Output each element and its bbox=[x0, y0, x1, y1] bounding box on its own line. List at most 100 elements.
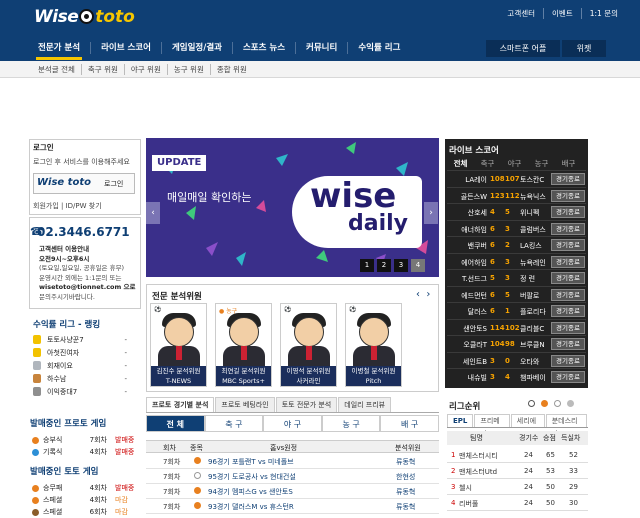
toto-game-row[interactable]: 승무패 4회차 발매중 bbox=[32, 482, 142, 494]
live-score-row[interactable]: LA레이 108 107 토스칸C 경기종료 bbox=[447, 170, 586, 187]
live-score-row[interactable]: 샌안토S 114 102 클리블C 경기종료 bbox=[447, 318, 586, 336]
proto-game-row[interactable]: 승부식 7회차 발매중 bbox=[32, 434, 142, 446]
live-tab-all[interactable]: 전체 bbox=[447, 158, 474, 169]
league-tab-seriea[interactable]: 세리에A bbox=[510, 414, 545, 438]
ranking-row[interactable]: 하수남 - bbox=[33, 372, 141, 385]
ranking-row[interactable]: 토토사냥꾼7 - bbox=[33, 333, 141, 346]
live-status-button[interactable]: 경기종료 bbox=[551, 288, 585, 301]
login-links[interactable]: 회원가입 | ID/PW 찾기 bbox=[33, 201, 102, 211]
live-status-button[interactable]: 경기종료 bbox=[551, 321, 585, 334]
nav-community[interactable]: 커뮤니티 bbox=[295, 42, 347, 54]
live-status-button[interactable]: 경기종료 bbox=[551, 354, 585, 367]
volleyball-icon[interactable] bbox=[567, 400, 574, 407]
schedule-row[interactable]: 7회차 94경기 멤피스G vs 샌안토S 류동혁 bbox=[146, 484, 439, 499]
game-status: 발매중 bbox=[115, 448, 135, 456]
sport-tab-basketball[interactable]: 농 구 bbox=[321, 415, 381, 432]
live-score-row[interactable]: 에어하임 6 3 뉴욕레인 경기종료 bbox=[447, 252, 586, 270]
subnav-basketball[interactable]: 농구 위원 bbox=[166, 64, 210, 75]
top-link-customer-center[interactable]: 고객센터 bbox=[499, 8, 543, 19]
live-score-row[interactable]: 에드먼턴 6 5 버팔로 경기종료 bbox=[447, 285, 586, 303]
toto-game-row[interactable]: 스페셜 6회차 마감 bbox=[32, 506, 142, 518]
league-row[interactable]: 2 맨체스터Utd 24 53 33 bbox=[447, 463, 588, 479]
live-tab-basketball[interactable]: 농구 bbox=[528, 158, 555, 169]
sport-tab-soccer[interactable]: 축 구 bbox=[204, 415, 264, 432]
live-status-button[interactable]: 경기종료 bbox=[551, 338, 585, 350]
live-status-button[interactable]: 경기종료 bbox=[551, 255, 585, 268]
schedule-row[interactable]: 7회차 96경기 포틀랜T vs 미네폴브 류동혁 bbox=[146, 454, 439, 469]
live-score-row[interactable]: 오클라T 104 98 브루클N 경기종료 bbox=[447, 335, 586, 352]
analyst-card[interactable]: ⚽ 이병철 분석위원 Pitch bbox=[345, 303, 402, 387]
banner-page-4[interactable]: 4 bbox=[411, 259, 425, 272]
league-row[interactable]: 1 맨체스터시티 24 65 52 bbox=[447, 447, 588, 463]
smartphone-app-button[interactable]: 스마트폰 어플 bbox=[486, 40, 560, 57]
live-status-button[interactable]: 경기종료 bbox=[551, 206, 585, 218]
analyst-card[interactable]: ● 농구 최연길 분석위원 MBC Sports+ bbox=[215, 303, 272, 387]
widget-button[interactable]: 위젯 bbox=[562, 40, 606, 57]
nav-profit-league[interactable]: 수익률 리그 bbox=[347, 42, 410, 54]
analyst-card[interactable]: ⚽ 이영석 분석위원 사커라인 bbox=[280, 303, 337, 387]
analyst-card[interactable]: ⚽ 김진수 분석위원 T-NEWS bbox=[150, 303, 207, 387]
ranking-row[interactable]: 회재이요 - bbox=[33, 359, 141, 372]
subnav-baseball[interactable]: 야구 위원 bbox=[123, 64, 167, 75]
live-tab-baseball[interactable]: 야구 bbox=[501, 158, 528, 169]
banner-page-1[interactable]: 1 bbox=[360, 259, 374, 272]
sport-tab-all[interactable]: 전 체 bbox=[146, 415, 205, 432]
sport-tab-baseball[interactable]: 야 구 bbox=[263, 415, 322, 432]
live-status-button[interactable]: 경기종료 bbox=[551, 239, 585, 251]
toto-game-row[interactable]: 스페셜 4회차 마감 bbox=[32, 494, 142, 506]
subnav-soccer[interactable]: 축구 위원 bbox=[80, 64, 124, 75]
live-status-button[interactable]: 경기종료 bbox=[551, 272, 585, 284]
ranking-row[interactable]: 아첫진여자 - bbox=[33, 346, 141, 359]
live-status-button[interactable]: 경기종료 bbox=[551, 222, 585, 235]
live-away-score: 3 bbox=[505, 257, 510, 266]
nav-live-score[interactable]: 라이브 스코어 bbox=[90, 42, 161, 54]
live-score-row[interactable]: 세인트B 3 0 오타와 경기종료 bbox=[447, 351, 586, 369]
nav-sports-news[interactable]: 스포츠 뉴스 bbox=[231, 42, 295, 54]
subnav-general[interactable]: 종합 위원 bbox=[209, 64, 253, 75]
live-score-row[interactable]: 밴쿠버 6 2 LA킹스 경기종료 bbox=[447, 236, 586, 253]
subnav-all[interactable]: 분석글 전체 bbox=[38, 64, 81, 75]
tab-daily-preview[interactable]: 데일리 프리뷰 bbox=[338, 397, 392, 412]
sport-tab-volleyball[interactable]: 배 구 bbox=[380, 415, 439, 432]
banner-page-2[interactable]: 2 bbox=[377, 259, 391, 272]
top-link-event[interactable]: 이벤트 bbox=[543, 8, 581, 19]
live-score-row[interactable]: 애너하임 6 3 콜럼버스 경기종료 bbox=[447, 219, 586, 237]
live-tab-volleyball[interactable]: 배구 bbox=[555, 158, 582, 169]
live-status-button[interactable]: 경기종료 bbox=[551, 173, 585, 185]
banner-page-3[interactable]: 3 bbox=[394, 259, 408, 272]
live-score-row[interactable]: 내슈빌 3 4 챔파베이 경기종료 bbox=[447, 368, 586, 385]
banner-prev-button[interactable]: ‹ bbox=[146, 202, 160, 224]
banner-next-button[interactable]: › bbox=[424, 202, 438, 224]
proto-game-row[interactable]: 기록식 4회차 발매중 bbox=[32, 446, 142, 458]
live-tab-soccer[interactable]: 축구 bbox=[474, 158, 501, 169]
live-score-row[interactable]: 산호세 4 5 위니펙 경기종료 bbox=[447, 203, 586, 220]
basketball-icon[interactable] bbox=[541, 400, 548, 407]
league-row[interactable]: 3 첼시 24 50 29 bbox=[447, 479, 588, 495]
live-status-button[interactable]: 경기종료 bbox=[551, 189, 585, 202]
nav-expert-analysis[interactable]: 전문가 분석 bbox=[30, 42, 90, 54]
tab-toto-analysis[interactable]: 토토 전문가 분석 bbox=[275, 397, 338, 412]
chevron-left-icon[interactable]: ‹ bbox=[416, 289, 420, 300]
live-status-button[interactable]: 경기종료 bbox=[551, 371, 585, 383]
tab-proto-betting-line[interactable]: 프로토 베팅라인 bbox=[215, 397, 275, 412]
live-score-row[interactable]: 달러스 6 1 플로리다 경기종료 bbox=[447, 302, 586, 319]
chevron-right-icon[interactable]: › bbox=[426, 289, 430, 300]
tab-proto-analysis[interactable]: 프로토 경기별 분석 bbox=[146, 397, 215, 412]
site-logo[interactable]: Wise toto bbox=[34, 7, 146, 29]
league-team: 리버풀 bbox=[459, 500, 479, 508]
live-status-button[interactable]: 경기종료 bbox=[551, 305, 585, 317]
baseball-icon[interactable] bbox=[554, 400, 561, 407]
league-tab-primera[interactable]: 프리메라 bbox=[474, 414, 510, 438]
ranking-row[interactable]: 이익중대7 - bbox=[33, 385, 141, 398]
league-row[interactable]: 4 리버풀 24 50 30 bbox=[447, 495, 588, 511]
live-score-row[interactable]: 골든스W 123 112 뉴욕닉스 경기종료 bbox=[447, 186, 586, 204]
soccer-ball-icon[interactable] bbox=[528, 400, 535, 407]
analyst-org: Pitch bbox=[365, 377, 382, 385]
league-tab-epl[interactable]: EPL bbox=[447, 414, 474, 427]
schedule-row[interactable]: 7회차 95경기 도로공사 vs 현대건설 한현성 bbox=[146, 469, 439, 484]
top-link-inquiry[interactable]: 1:1 문의 bbox=[580, 8, 626, 19]
nav-game-schedule[interactable]: 게임일정/결과 bbox=[160, 42, 232, 54]
live-score-row[interactable]: T.선드그 5 3 정 련 경기종료 bbox=[447, 269, 586, 286]
schedule-row[interactable]: 7회차 93경기 댈러스M vs 휴스턴R 류동혁 bbox=[146, 499, 439, 514]
league-tab-bundesliga[interactable]: 분데스리가 bbox=[545, 414, 587, 438]
